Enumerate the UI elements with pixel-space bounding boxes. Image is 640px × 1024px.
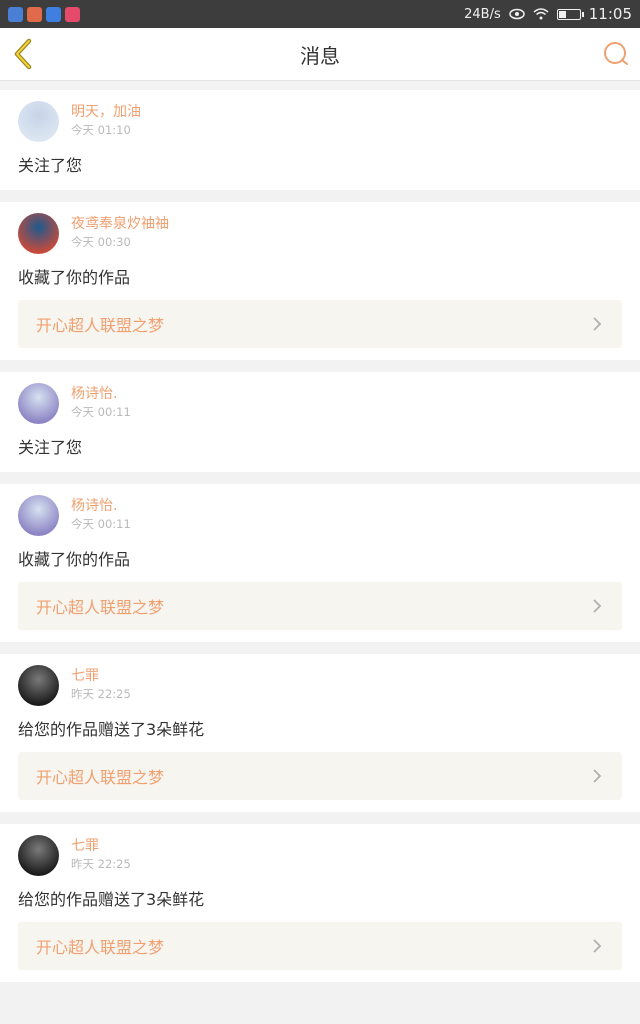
timestamp: 今天 00:30 bbox=[71, 235, 131, 249]
work-title: 开心超人联盟之梦 bbox=[36, 768, 165, 787]
page-title: 消息 bbox=[300, 43, 340, 68]
wifi-icon bbox=[533, 8, 549, 20]
notification-meta: 杨诗怡. 今天 00:11 bbox=[71, 497, 131, 533]
timestamp: 昨天 22:25 bbox=[71, 857, 131, 871]
notification-card[interactable]: 杨诗怡. 今天 00:11 关注了您 bbox=[0, 372, 640, 472]
notification-meta: 七罪昨天 22:25 bbox=[71, 837, 131, 873]
app-icon-2 bbox=[27, 6, 42, 22]
avatar[interactable] bbox=[18, 494, 59, 536]
work-title: 开心超人联盟之梦 bbox=[36, 938, 165, 957]
username[interactable]: 七罪 bbox=[71, 667, 131, 685]
app-icon-4 bbox=[65, 6, 80, 22]
clock: 11:05 bbox=[588, 5, 632, 23]
username[interactable]: 杨诗怡. bbox=[71, 385, 131, 403]
avatar[interactable] bbox=[18, 212, 59, 254]
work-link[interactable]: 开心超人联盟之梦 bbox=[18, 752, 622, 800]
notification-card[interactable]: 夜鸢奉泉㶤䄂䄂今天 00:30 收藏了你的作品开心超人联盟之梦 bbox=[0, 202, 640, 360]
chevron-right-icon bbox=[593, 599, 602, 613]
notification-message: 关注了您 bbox=[18, 156, 83, 175]
notification-meta: 七罪昨天 22:25 bbox=[71, 667, 131, 703]
notification-card[interactable]: 明天，加油今天 01:10 关注了您 bbox=[0, 90, 640, 190]
eye-icon bbox=[509, 8, 525, 20]
back-button[interactable] bbox=[8, 38, 38, 70]
app-icon-3 bbox=[46, 6, 61, 22]
timestamp: 今天 00:11 bbox=[71, 405, 131, 419]
username[interactable]: 杨诗怡. bbox=[71, 497, 131, 515]
timestamp: 今天 01:10 bbox=[71, 123, 131, 137]
chevron-right-icon bbox=[593, 939, 602, 953]
chevron-right-icon bbox=[593, 769, 602, 783]
work-link[interactable]: 开心超人联盟之梦 bbox=[18, 300, 622, 348]
notification-header: 杨诗怡. 今天 00:11 bbox=[18, 494, 622, 536]
app-icon-1 bbox=[8, 6, 23, 22]
notification-card[interactable]: 杨诗怡. 今天 00:11 收藏了你的作品开心超人联盟之梦 bbox=[0, 484, 640, 642]
notification-message: 给您的作品赠送了3朵鲜花 bbox=[18, 890, 205, 909]
notification-card[interactable]: 七罪昨天 22:25 给您的作品赠送了3朵鲜花开心超人联盟之梦 bbox=[0, 824, 640, 982]
username[interactable]: 夜鸢奉泉㶤䄂䄂 bbox=[71, 215, 169, 233]
notification-header: 夜鸢奉泉㶤䄂䄂今天 00:30 bbox=[18, 212, 622, 254]
status-bar: 24B/s 11:05 bbox=[0, 0, 640, 28]
avatar[interactable] bbox=[18, 664, 59, 706]
avatar[interactable] bbox=[18, 382, 59, 424]
search-button[interactable] bbox=[602, 40, 630, 68]
notification-header: 明天，加油今天 01:10 bbox=[18, 100, 622, 142]
network-speed: 24B/s bbox=[464, 6, 501, 22]
notification-message: 关注了您 bbox=[18, 438, 83, 457]
work-title: 开心超人联盟之梦 bbox=[36, 598, 165, 617]
notification-header: 七罪昨天 22:25 bbox=[18, 664, 622, 706]
work-link[interactable]: 开心超人联盟之梦 bbox=[18, 582, 622, 630]
notification-meta: 明天，加油今天 01:10 bbox=[71, 103, 141, 139]
notification-card[interactable]: 七罪昨天 22:25 给您的作品赠送了3朵鲜花开心超人联盟之梦 bbox=[0, 654, 640, 812]
avatar[interactable] bbox=[18, 100, 59, 142]
notification-message: 收藏了你的作品 bbox=[18, 268, 131, 287]
work-title: 开心超人联盟之梦 bbox=[36, 316, 165, 335]
chevron-right-icon bbox=[593, 317, 602, 331]
notification-meta: 杨诗怡. 今天 00:11 bbox=[71, 385, 131, 421]
notification-message: 收藏了你的作品 bbox=[18, 550, 131, 569]
timestamp: 昨天 22:25 bbox=[71, 687, 131, 701]
message-feed[interactable]: 明天，加油 今天 01:10 关注了您 夜鸢奉泉㶤䄂䄂 今天 00:30 收藏了你的作品开… bbox=[0, 81, 640, 982]
username[interactable]: 明天，加油 bbox=[71, 103, 141, 121]
search-icon bbox=[604, 42, 628, 65]
notification-icons bbox=[8, 6, 80, 22]
work-link[interactable]: 开心超人联盟之梦 bbox=[18, 922, 622, 970]
timestamp: 今天 00:11 bbox=[71, 517, 131, 531]
username[interactable]: 七罪 bbox=[71, 837, 131, 855]
notification-header: 七罪昨天 22:25 bbox=[18, 834, 622, 876]
avatar[interactable] bbox=[18, 834, 59, 876]
top-navbar: 消息 bbox=[0, 28, 640, 81]
battery-icon bbox=[556, 8, 584, 20]
notification-meta: 夜鸢奉泉㶤䄂䄂今天 00:30 bbox=[71, 215, 169, 251]
notification-header: 杨诗怡. 今天 00:11 bbox=[18, 382, 622, 424]
back-chevron-icon bbox=[14, 38, 32, 70]
notification-message: 给您的作品赠送了3朵鲜花 bbox=[18, 720, 205, 739]
